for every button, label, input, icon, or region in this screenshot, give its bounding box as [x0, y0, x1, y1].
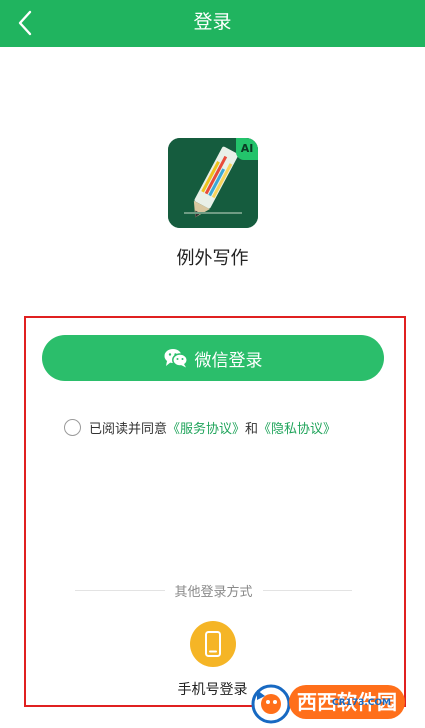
- top-bar: 登录: [0, 0, 425, 47]
- phone-login-button[interactable]: [190, 621, 236, 667]
- watermark: 西西软件园 CR173.COM: [247, 680, 423, 724]
- divider-line-left: [75, 589, 165, 591]
- other-login-text: 其他登录方式: [174, 584, 253, 600]
- app-name: 例外写作: [176, 248, 249, 269]
- divider-line-right: [262, 589, 353, 591]
- page-title: 登录: [193, 11, 232, 33]
- watermark-mascot-icon: [251, 684, 291, 724]
- agreement-checkbox[interactable]: [64, 418, 81, 436]
- ai-badge: AI: [236, 138, 258, 160]
- wechat-login-label: 微信登录: [194, 350, 263, 371]
- watermark-text-badge: 西西软件园 CR173.COM: [289, 685, 405, 719]
- watermark-logo: [247, 680, 295, 724]
- agreement-row: 已阅读并同意 《服务协议》 和 《隐私协议》: [64, 417, 336, 437]
- other-login-divider: 其他登录方式: [75, 580, 353, 600]
- wechat-icon: [164, 349, 188, 368]
- agreement-prefix: 已阅读并同意: [89, 421, 168, 437]
- privacy-agreement-link[interactable]: 《隐私协议》: [258, 418, 336, 437]
- phone-icon: [205, 631, 221, 657]
- app-logo: AI: [168, 138, 258, 228]
- service-agreement-link[interactable]: 《服务协议》: [167, 418, 245, 437]
- wechat-login-button[interactable]: 微信登录: [42, 335, 384, 381]
- agreement-and: 和: [245, 421, 259, 437]
- watermark-url: CR173.COM: [332, 698, 391, 708]
